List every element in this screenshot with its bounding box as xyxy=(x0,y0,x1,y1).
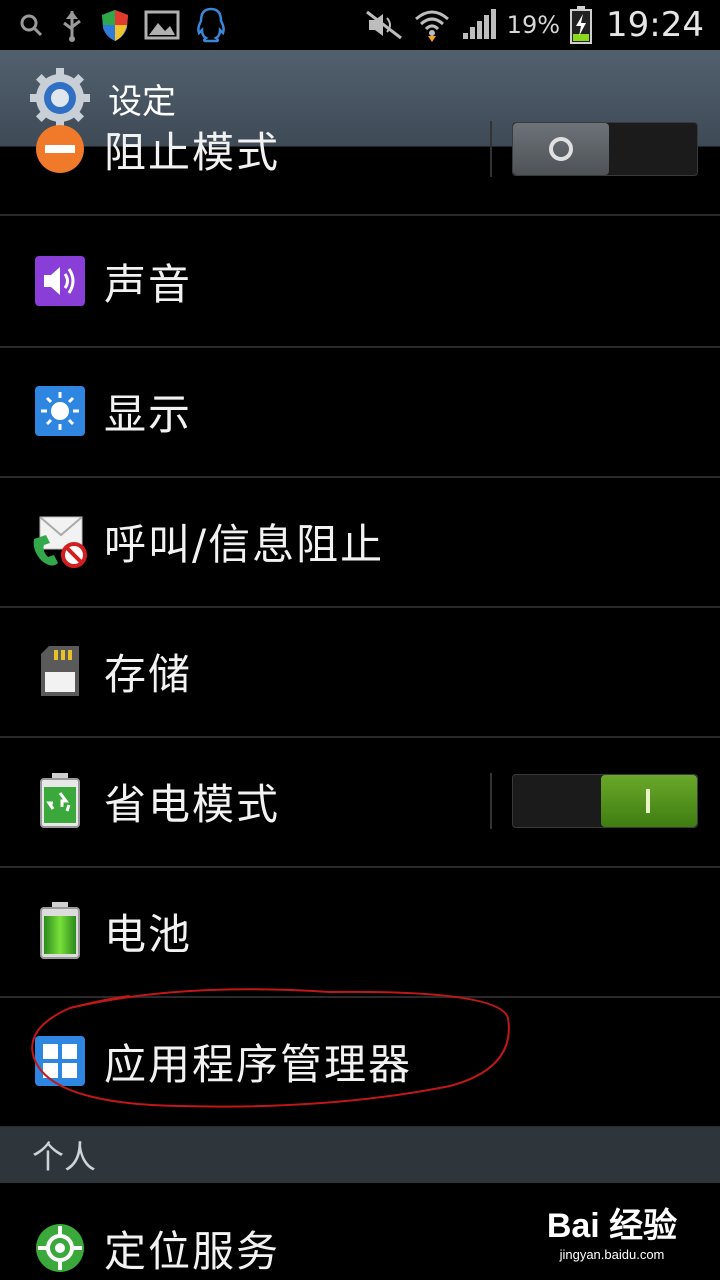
image-icon xyxy=(144,10,180,40)
list-item-label: 声音 xyxy=(104,259,193,309)
watermark-brand: Bai 经验 xyxy=(546,1207,678,1245)
location-icon xyxy=(32,1220,88,1276)
toggle-knob xyxy=(513,123,609,175)
speaker-icon xyxy=(32,253,88,309)
status-bar: 19% 19:24 xyxy=(0,0,720,50)
power-saving-toggle[interactable] xyxy=(512,774,698,828)
list-item-label: 应用程序管理器 xyxy=(104,1039,413,1089)
clock: 19:24 xyxy=(606,5,704,45)
list-item-label: 呼叫/信息阻止 xyxy=(104,519,385,569)
search-icon xyxy=(18,12,44,38)
app-grid-icon xyxy=(32,1033,88,1089)
list-item-label: 阻止模式 xyxy=(104,127,281,177)
list-item-battery[interactable]: 电池 xyxy=(0,866,720,998)
display-brightness-icon xyxy=(32,383,88,439)
block-mode-toggle[interactable] xyxy=(512,122,698,176)
signal-icon xyxy=(461,9,497,41)
list-item-call-message-block[interactable]: 呼叫/信息阻止 xyxy=(0,476,720,608)
list-item-block-mode[interactable]: 阻止模式 xyxy=(0,84,720,216)
list-item-storage[interactable]: 存储 xyxy=(0,606,720,738)
section-header-label: 个人 xyxy=(32,1138,97,1176)
baidu-watermark: Bai 经验 jingyan.baidu.com xyxy=(542,1198,682,1262)
list-item-label: 定位服务 xyxy=(104,1226,281,1276)
toggle-knob xyxy=(601,775,697,827)
list-item-display[interactable]: 显示 xyxy=(0,346,720,478)
divider xyxy=(490,121,492,177)
divider xyxy=(490,773,492,829)
watermark-site: jingyan.baidu.com xyxy=(559,1247,665,1262)
list-item-power-saving[interactable]: 省电模式 xyxy=(0,736,720,868)
block-mode-icon xyxy=(32,121,88,177)
list-item-label: 省电模式 xyxy=(104,779,281,829)
shield-icon xyxy=(100,8,130,42)
qq-icon xyxy=(194,6,228,44)
sd-card-icon xyxy=(32,643,88,699)
call-message-block-icon xyxy=(32,513,88,569)
battery-percent: 19% xyxy=(506,11,561,39)
wifi-icon xyxy=(413,7,451,43)
list-item-label: 存储 xyxy=(104,649,193,699)
list-item-sound[interactable]: 声音 xyxy=(0,216,720,348)
power-saving-icon xyxy=(32,773,88,829)
section-header-personal: 个人 xyxy=(0,1127,720,1183)
list-item-application-manager[interactable]: 应用程序管理器 xyxy=(0,996,720,1128)
battery-icon xyxy=(32,902,88,959)
mute-icon xyxy=(365,10,403,40)
usb-icon xyxy=(58,7,86,43)
list-item-label: 显示 xyxy=(104,389,193,439)
settings-screen: 19% 19:24 设定 阻止模式 声音 显示 呼叫/信息阻止 存储 省电模式 … xyxy=(0,0,720,1280)
battery-charging-icon xyxy=(570,6,593,44)
list-item-label: 电池 xyxy=(104,909,193,959)
